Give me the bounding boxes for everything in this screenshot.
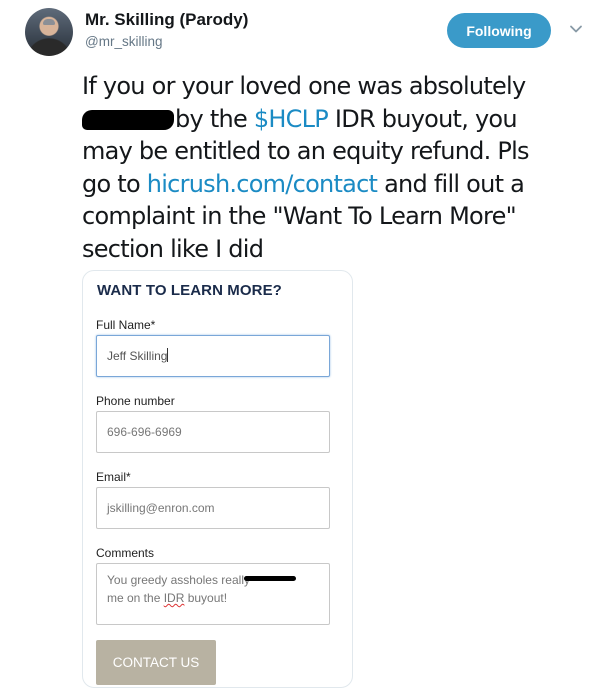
tweet-line-4: go to hicrush.com/contact and fill out a	[82, 169, 525, 198]
avatar[interactable]	[25, 8, 73, 56]
email-label: Email*	[96, 470, 131, 484]
contact-us-button[interactable]: CONTACT US	[96, 640, 216, 685]
contact-url-link[interactable]: hicrush.com/contact	[147, 170, 378, 198]
full-name-label: Full Name*	[96, 318, 156, 332]
tweet-line-1: If you or your loved one was absolutely	[82, 72, 526, 100]
redaction-mark	[243, 576, 296, 581]
redaction-mark	[82, 109, 174, 130]
cashtag-link[interactable]: $HCLP	[254, 105, 329, 133]
tweet-line-2: by the $HCLP IDR buyout, you	[82, 103, 582, 136]
text-cursor	[167, 348, 169, 362]
phone-input[interactable]: 696-696-6969	[96, 411, 330, 453]
user-handle[interactable]: @mr_skilling	[85, 34, 162, 49]
attached-image-card[interactable]: WANT TO LEARN MORE? Full Name* Jeff Skil…	[82, 270, 353, 688]
display-name[interactable]: Mr. Skilling (Parody)	[85, 10, 248, 30]
tweet-line-3: may be entitled to an equity refund. Pls	[82, 137, 530, 165]
chevron-down-icon[interactable]	[569, 22, 583, 36]
tweet-text: If you or your loved one was absolutely …	[82, 70, 582, 265]
email-input[interactable]: jskilling@enron.com	[96, 487, 330, 529]
comments-label: Comments	[96, 546, 155, 560]
following-button[interactable]: Following	[447, 13, 551, 48]
full-name-input[interactable]: Jeff Skilling	[96, 335, 330, 377]
tweet-line-5: complaint in the "Want To Learn More"	[82, 202, 517, 230]
tweet-line-6: section like I did	[82, 234, 264, 263]
spellcheck-underline: IDR	[163, 591, 185, 605]
form-title: WANT TO LEARN MORE?	[97, 282, 282, 299]
comments-textarea[interactable]: You greedy assholes really me on the IDR…	[96, 563, 330, 625]
phone-label: Phone number	[96, 394, 175, 408]
